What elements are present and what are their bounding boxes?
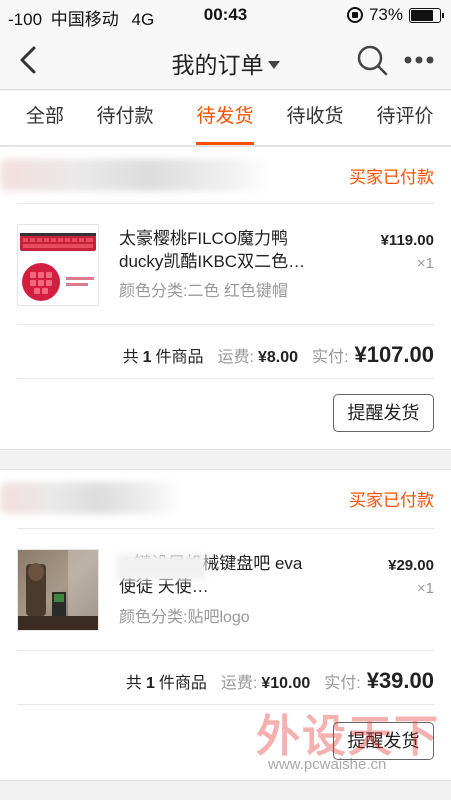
nav-bar: 我的订单 (0, 30, 451, 90)
tab-pending-payment[interactable]: 待付款 (80, 91, 170, 146)
status-right: 73% (346, 5, 444, 25)
tab-pending-receipt[interactable]: 待收货 (270, 91, 360, 146)
paid-label: 实付: (312, 349, 349, 366)
product-title[interactable]: 太豪樱桃FILCO魔力鸭ducky凯酷IKBC双二色… (119, 227, 324, 273)
shipping-label: 运费: (217, 349, 254, 366)
search-icon[interactable] (355, 43, 389, 77)
product-quantity: ×1 (416, 255, 434, 272)
shipping-label: 运费: (220, 675, 258, 692)
divider (17, 378, 434, 379)
product-quantity: ×1 (416, 580, 434, 597)
more-dots-icon[interactable] (402, 52, 436, 68)
order-header: 买家已付款 (0, 470, 451, 526)
order-status: 买家已付款 (349, 168, 434, 187)
product-price: ¥119.00 (380, 232, 434, 249)
divider (17, 650, 434, 651)
item-count: 1 (145, 675, 155, 692)
back-chevron-svg (20, 46, 36, 74)
active-tab-indicator (196, 142, 254, 145)
rotation-lock-icon (346, 7, 363, 23)
keyboard-photo (18, 225, 98, 305)
order-card: 买家已付款 ☆键设局机械键盘吧 eva 使徒 天使… 颜色分类:贴吧logo ¥… (0, 469, 451, 781)
order-filter-dropdown[interactable] (165, 42, 295, 78)
product-price: ¥29.00 (388, 557, 434, 574)
order-summary: 共 1 件商品 运费: ¥8.00 实付: ¥107.00 (123, 342, 434, 368)
shop-name-blurred[interactable] (0, 482, 180, 514)
back-chevron-icon[interactable] (16, 44, 46, 76)
remind-shipment-button[interactable]: 提醒发货 (333, 394, 434, 432)
status-bar: -100 中国移动 4G 00:43 73% (0, 0, 451, 30)
count-suffix: 件商品 (158, 675, 207, 692)
count-prefix: 共 (122, 349, 139, 366)
battery-percent: 73% (368, 5, 403, 24)
title-redaction-blur (116, 554, 206, 580)
order-summary: 共 1 件商品 运费: ¥10.00 实付: ¥39.00 (126, 668, 434, 694)
divider (17, 704, 434, 705)
tab-all[interactable]: 全部 (0, 91, 90, 146)
order-status: 买家已付款 (349, 491, 434, 510)
search-svg (357, 45, 388, 76)
item-count: 1 (142, 349, 152, 366)
divider (17, 203, 434, 204)
order-total: ¥107.00 (354, 342, 434, 367)
order-card: 买家已付款 太豪樱桃FILCO魔力鸭ducky凯酷IKBC双二色… 颜色分类:二… (0, 146, 451, 450)
divider (17, 528, 434, 529)
product-sku: 颜色分类:二色 红色键帽 (119, 283, 288, 300)
order-total: ¥39.00 (366, 668, 434, 693)
more-svg (404, 56, 434, 64)
count-prefix: 共 (125, 675, 142, 692)
order-header: 买家已付款 (0, 147, 451, 203)
figure-photo (18, 550, 98, 630)
product-thumbnail[interactable] (17, 549, 99, 631)
shipping-fee: ¥10.00 (261, 675, 311, 692)
shop-name-blurred[interactable] (0, 159, 270, 191)
order-tabs: 全部 待付款 待发货 待收货 待评价 (0, 91, 451, 146)
shipping-fee: ¥8.00 (257, 349, 299, 366)
tab-pending-shipment[interactable]: 待发货 (180, 91, 270, 146)
product-sku: 颜色分类:贴吧logo (119, 609, 250, 626)
remind-shipment-button[interactable]: 提醒发货 (333, 722, 434, 760)
count-suffix: 件商品 (155, 349, 204, 366)
battery-icon (409, 7, 444, 23)
product-thumbnail[interactable] (17, 224, 99, 306)
tab-pending-review[interactable]: 待评价 (360, 91, 450, 146)
paid-label: 实付: (324, 675, 361, 692)
divider (17, 324, 434, 325)
